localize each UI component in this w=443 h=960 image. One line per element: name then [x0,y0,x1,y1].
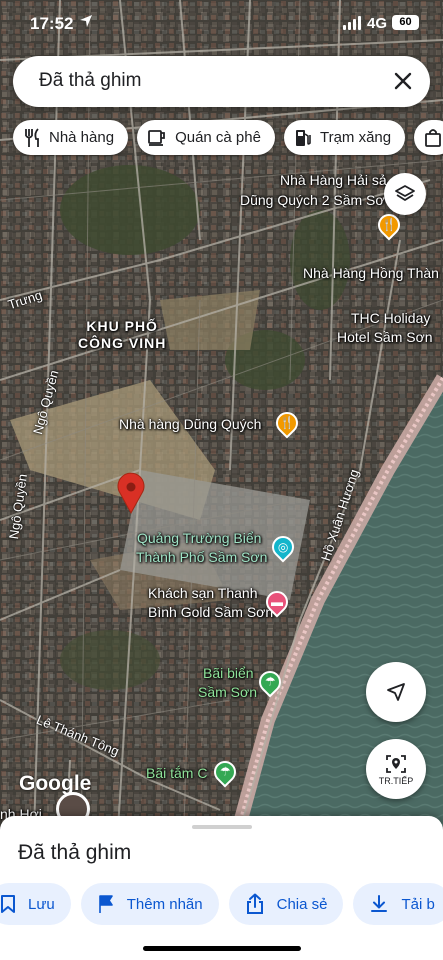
place-label[interactable]: Bãi biển [203,665,254,682]
sheet-title: Đã thả ghim [18,841,132,864]
place-label[interactable]: Bình Gold Sầm Sơn [148,604,273,621]
action-label: Tải b [401,895,435,913]
download-icon [371,895,388,912]
network-type: 4G [367,15,388,32]
coffee-cup-icon [148,129,165,146]
my-location-button[interactable] [366,662,426,722]
status-bar: 17:52 4G 60 [0,0,443,46]
area-label-line: CÔNG VINH [78,335,167,351]
shopping-bag-icon [425,128,442,147]
home-indicator [143,946,301,951]
chip-label: Trạm xăng [319,129,392,146]
navigation-arrow-icon [387,683,405,701]
place-label[interactable]: Sầm Sơn [198,684,257,701]
place-label[interactable]: THC Holiday [351,310,430,327]
chip-gas-stations[interactable]: Trạm xăng [283,120,406,155]
flag-icon [98,895,113,913]
action-buttons: Lưu Thêm nhãn Chia sẻ Tải b [0,883,443,925]
place-label[interactable]: Khách sạn Thanh [148,585,258,602]
place-label[interactable]: Thành Phố Sầm Sơn [136,549,267,566]
google-logo: Google [19,772,92,795]
next-button[interactable]: TR.TIẾP [366,739,426,799]
place-label[interactable]: Hotel Sầm Sơn [337,329,433,346]
chip-restaurants[interactable]: Nhà hàng [13,120,129,155]
place-label[interactable]: Quảng Trường Biển [137,530,261,547]
chip-label: Nhà hàng [49,129,115,146]
gas-pump-icon [295,129,311,146]
place-label[interactable]: Dũng Quých 2 Sầm Sơ [240,192,385,209]
search-bar[interactable]: Đã thả ghim [13,56,430,107]
search-query[interactable]: Đã thả ghim [39,70,141,92]
layers-button[interactable] [384,173,426,215]
fork-knife-icon [25,127,39,147]
area-label-line: KHU PHỐ [86,318,158,334]
action-label: Thêm nhãn [126,895,203,913]
place-label[interactable]: Nhà Hàng Hải sả [280,172,387,189]
place-label[interactable]: Nhà Hàng Hồng Thàn [303,265,439,282]
chip-label: Quán cà phê [175,129,261,146]
place-label[interactable]: Bãi tắm C [146,765,207,782]
area-label: KHU PHỐ CÔNG VINH [78,318,166,352]
action-label: Chia sẻ [276,895,328,913]
layers-icon [395,185,415,201]
add-label-button[interactable]: Thêm nhãn [80,883,219,925]
location-arrow-icon [80,15,92,27]
status-time: 17:52 [30,14,74,33]
close-icon[interactable] [390,68,416,94]
category-chips: Nhà hàng Quán cà phê Trạm xăng [13,120,443,156]
bookmark-icon [1,895,15,913]
place-label[interactable]: Nhà hàng Dũng Quých [119,416,261,433]
action-label: Lưu [28,895,55,913]
next-button-label: TR.TIẾP [378,775,414,786]
save-button[interactable]: Lưu [0,883,71,925]
sheet-drag-handle[interactable] [192,825,252,829]
lens-pin-icon [386,754,406,773]
bottom-sheet[interactable]: Đã thả ghim Lưu Thêm nhãn Chia sẻ Tải b [0,816,443,960]
battery-level: 60 [392,15,419,30]
signal-bars-icon [343,16,361,30]
chip-cafes[interactable]: Quán cà phê [137,120,275,155]
chip-shopping[interactable] [414,120,443,155]
share-button[interactable]: Chia sẻ [228,883,344,925]
share-icon [246,893,263,914]
download-button[interactable]: Tải b [353,883,443,925]
